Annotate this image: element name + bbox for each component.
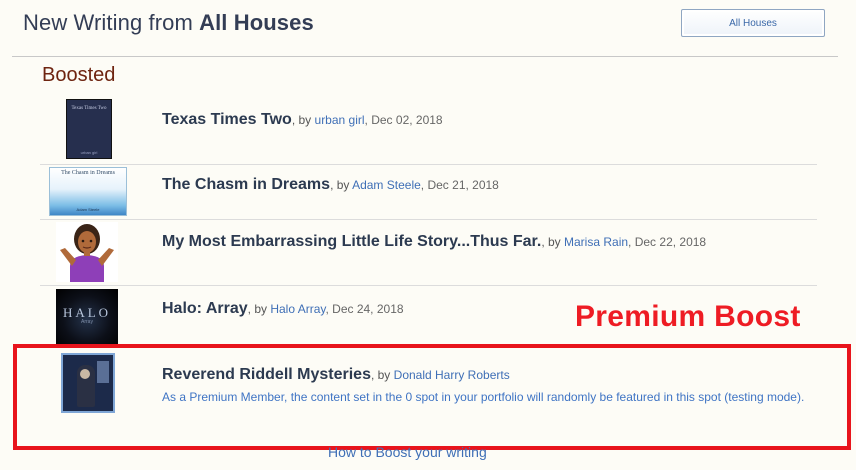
- thumbnail-cover-text: The Chasm in Dreams: [61, 170, 115, 176]
- premium-boost-annotation: Premium Boost: [575, 300, 801, 333]
- row-divider: [40, 219, 817, 220]
- all-houses-button[interactable]: All Houses: [681, 9, 825, 37]
- item-date: , Dec 24, 2018: [325, 302, 404, 316]
- shrug-emoji-icon: [60, 224, 114, 282]
- thumbnail-logo-text: HALO: [62, 305, 112, 320]
- item-by-label: , by: [291, 113, 315, 127]
- item-title-link[interactable]: My Most Embarrassing Little Life Story..…: [162, 233, 541, 250]
- item-author-link[interactable]: urban girl: [315, 113, 365, 127]
- item-author-link[interactable]: Adam Steele: [352, 178, 421, 192]
- item-date: , Dec 22, 2018: [628, 235, 707, 249]
- item-by-label: , by: [330, 178, 353, 192]
- page-title-prefix: New Writing from: [23, 10, 200, 35]
- item-by-label: , by: [247, 302, 271, 316]
- item-date: , Dec 21, 2018: [420, 178, 499, 192]
- page-title: New Writing from All Houses: [23, 10, 314, 36]
- section-title-boosted: Boosted: [42, 64, 116, 86]
- how-to-boost-link[interactable]: How to Boost your writing: [328, 444, 487, 460]
- item-title-link[interactable]: Texas Times Two: [162, 111, 292, 128]
- page-title-scope: All Houses: [199, 10, 314, 35]
- item-title-link[interactable]: The Chasm in Dreams: [162, 176, 330, 193]
- item-thumbnail-texas-times-two[interactable]: Texas Times Two urban girl: [66, 99, 112, 159]
- thumbnail-cover-text: Texas Times Two: [71, 106, 107, 111]
- thumbnail-cover-author: Adam Steele: [76, 207, 100, 212]
- list-item: Halo: Array, by Halo Array, Dec 24, 2018: [162, 300, 404, 318]
- thumbnail-cover-author: urban girl: [80, 150, 98, 155]
- item-author-link[interactable]: Marisa Rain: [564, 235, 628, 249]
- shrug-emoji-thumbnail[interactable]: [56, 222, 118, 282]
- list-item: Texas Times Two, by urban girl, Dec 02, …: [162, 111, 443, 129]
- item-thumbnail-chasm-in-dreams[interactable]: The Chasm in Dreams Adam Steele: [49, 167, 127, 216]
- item-thumbnail-halo-array[interactable]: HALO Array: [56, 289, 118, 344]
- header-divider: [12, 56, 838, 57]
- item-title-link[interactable]: Halo: Array: [162, 300, 248, 317]
- row-divider: [40, 285, 817, 286]
- premium-highlight-box: [13, 344, 851, 450]
- item-by-label: , by: [541, 235, 565, 249]
- list-item: My Most Embarrassing Little Life Story..…: [162, 233, 706, 251]
- list-item: The Chasm in Dreams, by Adam Steele, Dec…: [162, 176, 499, 194]
- item-date: , Dec 02, 2018: [364, 113, 443, 127]
- item-author-link[interactable]: Halo Array: [270, 302, 325, 316]
- row-divider: [40, 164, 817, 165]
